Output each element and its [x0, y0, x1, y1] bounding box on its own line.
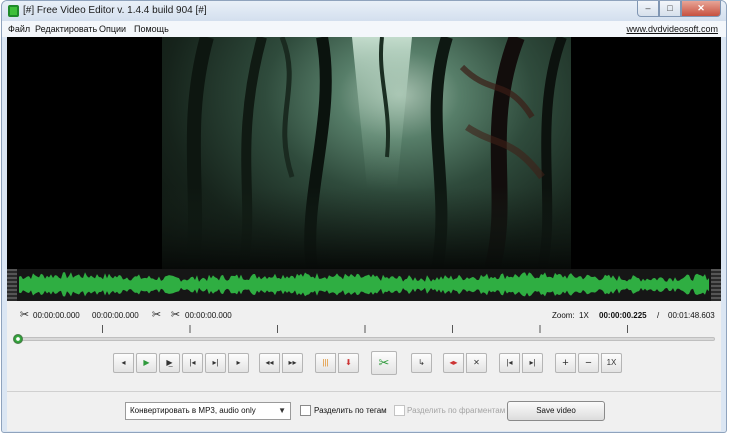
app-window: [#] Free Video Editor v. 1.4.4 build 904…	[1, 0, 727, 433]
menu-edit[interactable]: Редактировать	[35, 24, 97, 34]
video-frame	[162, 37, 571, 269]
step-forward-icon: ▸	[236, 358, 241, 367]
delete-marker-icon: ✕	[473, 358, 480, 367]
marker-time: 00:00:00.000	[185, 311, 232, 320]
timeline-track[interactable]	[15, 337, 715, 341]
zoom-in-icon: +	[562, 357, 569, 369]
go-start-icon: ◂◂	[265, 358, 274, 367]
minimize-button[interactable]: –	[637, 1, 659, 17]
zoom-out-icon: −	[585, 357, 592, 369]
waveform-graph	[19, 272, 709, 297]
split-by-tags-label[interactable]: Разделить по тегам	[314, 406, 387, 415]
waveform-right-handle[interactable]	[711, 269, 721, 301]
prev-frame-button[interactable]: |◂	[182, 353, 203, 373]
menu-file[interactable]: Файл	[8, 24, 30, 34]
zoom-reset-label: 1X	[606, 358, 617, 367]
player-toolbar: ◂ ▶ ▶̲ |◂ ▸| ▸ ◂◂ ▸▸ ||| ⬇ ✂ ↳ ◂▸ ✕ |◂ ▸…	[7, 351, 721, 377]
time-info-row: ✂ 00:00:00.000 00:00:00.000 ✂ ✂ 00:00:00…	[7, 305, 721, 327]
delete-marker-button[interactable]: ✕	[466, 353, 487, 373]
timeline-slider[interactable]	[13, 325, 715, 345]
video-preview[interactable]	[7, 37, 721, 269]
flip-button[interactable]: ◂▸	[443, 353, 464, 373]
cut-button[interactable]: ✂	[371, 351, 397, 375]
output-bar: Конвертировать в MP3, audio only ▼ Разде…	[7, 391, 721, 431]
close-button[interactable]: ✕	[681, 1, 721, 17]
menu-help[interactable]: Помощь	[134, 24, 169, 34]
app-logo-icon	[8, 5, 19, 17]
prev-frame-icon: |◂	[189, 358, 196, 367]
selection-start-time: 00:00:00.000	[33, 311, 80, 320]
jump-end-button[interactable]: ▸|	[522, 353, 543, 373]
save-video-button[interactable]: Save video	[507, 401, 605, 421]
waveform-left-handle[interactable]	[7, 269, 17, 301]
rotate-button[interactable]: ↳	[411, 353, 432, 373]
total-time: 00:01:48.603	[668, 311, 715, 320]
zoom-out-button[interactable]: −	[578, 353, 599, 373]
time-separator: /	[657, 311, 660, 320]
step-back-icon: ◂	[121, 358, 126, 367]
next-frame-icon: ▸|	[212, 358, 219, 367]
zoom-reset-button[interactable]: 1X	[601, 353, 622, 373]
selection-start-icon[interactable]: ✂	[19, 309, 30, 322]
kelp-forest-image	[162, 37, 571, 269]
play-icon: ▶	[143, 358, 150, 367]
pause-bars-icon: |||	[322, 358, 329, 367]
marker-icon[interactable]: ✂	[170, 309, 181, 322]
split-by-fragments-checkbox	[394, 405, 405, 416]
jump-start-icon: |◂	[506, 358, 513, 367]
rotate-icon: ↳	[418, 358, 425, 367]
selection-end-icon[interactable]: ✂	[151, 309, 162, 322]
play-selection-button[interactable]: ▶̲	[159, 353, 180, 373]
flip-icon: ◂▸	[449, 358, 458, 367]
zoom-label: Zoom:	[552, 311, 575, 320]
jump-start-button[interactable]: |◂	[499, 353, 520, 373]
timeline-thumb[interactable]	[13, 334, 24, 344]
cut-scissors-icon: ✂	[378, 355, 390, 370]
zoom-in-button[interactable]: +	[555, 353, 576, 373]
go-end-icon: ▸▸	[288, 358, 297, 367]
jump-end-icon: ▸|	[529, 358, 536, 367]
timeline-ticks	[102, 325, 628, 333]
play-selection-icon: ▶̲	[166, 358, 173, 367]
menu-bar: Файл Редактировать Опции Помощь www.dvdv…	[2, 21, 726, 37]
current-time: 00:00:00.225	[599, 311, 647, 320]
step-back-button[interactable]: ◂	[113, 353, 134, 373]
output-format-select[interactable]: Конвертировать в MP3, audio only ▼	[125, 402, 291, 420]
selection-end-time: 00:00:00.000	[92, 311, 139, 320]
chevron-down-icon: ▼	[278, 406, 286, 415]
menu-options[interactable]: Опции	[99, 24, 126, 34]
step-forward-button[interactable]: ▸	[228, 353, 249, 373]
split-by-tags-checkbox[interactable]	[300, 405, 311, 416]
play-button[interactable]: ▶	[136, 353, 157, 373]
go-end-button[interactable]: ▸▸	[282, 353, 303, 373]
pause-bars-button[interactable]: |||	[315, 353, 336, 373]
audio-waveform[interactable]	[7, 269, 721, 301]
maximize-button[interactable]: □	[659, 1, 681, 17]
next-frame-button[interactable]: ▸|	[205, 353, 226, 373]
main-panel: ✂ 00:00:00.000 00:00:00.000 ✂ ✂ 00:00:00…	[7, 37, 721, 431]
zoom-value: 1X	[579, 311, 589, 320]
marker-down-button[interactable]: ⬇	[338, 353, 359, 373]
website-link[interactable]: www.dvdvideosoft.com	[626, 24, 718, 34]
go-start-button[interactable]: ◂◂	[259, 353, 280, 373]
window-title: [#] Free Video Editor v. 1.4.4 build 904…	[23, 5, 207, 16]
window-controls: – □ ✕	[637, 1, 721, 17]
title-bar: [#] Free Video Editor v. 1.4.4 build 904…	[2, 1, 726, 21]
output-format-value: Конвертировать в MP3, audio only	[130, 406, 256, 415]
split-by-fragments-label: Разделить по фрагментам	[407, 406, 506, 415]
marker-down-icon: ⬇	[345, 358, 352, 367]
